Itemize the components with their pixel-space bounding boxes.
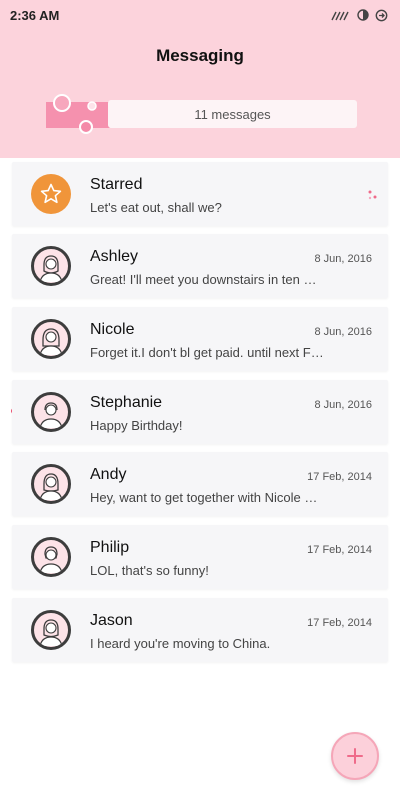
battery-icon xyxy=(375,9,388,21)
conversation-item[interactable]: Stephanie 8 Jun, 2016 Happy Birthday! xyxy=(12,380,388,444)
conversation-date: 17 Feb, 2014 xyxy=(307,544,372,556)
status-bar: 2:36 AM xyxy=(0,0,400,30)
conversation-name: Starred xyxy=(90,176,143,193)
conversation-preview: Happy Birthday! xyxy=(90,418,183,433)
status-icons xyxy=(331,9,388,22)
conversation-preview: Hey, want to get together with Nicole … xyxy=(90,490,318,505)
decoration-bubbles-icon xyxy=(46,94,110,134)
plus-icon xyxy=(347,748,363,764)
conversation-date: 8 Jun, 2016 xyxy=(314,253,373,265)
conversation-item[interactable]: Ashley 8 Jun, 2016 Great! I'll meet you … xyxy=(12,234,388,298)
signal-icon xyxy=(331,11,349,21)
conversation-item[interactable]: Nicole 8 Jun, 2016 Forget it.I don't bl … xyxy=(12,307,388,371)
person-avatar-icon xyxy=(39,619,63,647)
conversation-name: Jason xyxy=(90,612,133,629)
conversation-date: 8 Jun, 2016 xyxy=(314,399,373,411)
conversation-name: Stephanie xyxy=(90,394,163,411)
conversation-item[interactable]: Philip 17 Feb, 2014 LOL, that's so funny… xyxy=(12,525,388,589)
person-avatar-icon xyxy=(39,328,63,356)
conversation-item-starred[interactable]: Starred Let's eat out, shall we? xyxy=(12,162,388,226)
conversation-name: Nicole xyxy=(90,321,135,338)
conversation-date: 17 Feb, 2014 xyxy=(307,471,372,483)
person-avatar-icon xyxy=(39,255,63,283)
conversation-item[interactable]: Jason 17 Feb, 2014 I heard you're moving… xyxy=(12,598,388,662)
new-message-button[interactable] xyxy=(331,732,379,780)
conversation-name: Ashley xyxy=(90,248,139,265)
conversation-preview: I heard you're moving to China. xyxy=(90,636,271,651)
message-count: 11 messages xyxy=(194,106,271,122)
star-icon xyxy=(31,174,71,214)
conversation-name: Andy xyxy=(90,466,127,483)
message-count-bar: 11 messages xyxy=(108,100,357,128)
status-time: 2:36 AM xyxy=(10,7,60,23)
conversation-preview: LOL, that's so funny! xyxy=(90,563,209,578)
avatar xyxy=(31,392,71,432)
conversation-preview: Forget it.I don't bl get paid. until nex… xyxy=(90,345,324,360)
wifi-icon xyxy=(357,9,369,21)
avatar xyxy=(31,537,71,577)
conversation-date: 8 Jun, 2016 xyxy=(314,326,373,338)
avatar xyxy=(31,319,71,359)
conversation-date: 17 Feb, 2014 xyxy=(307,617,372,629)
conversation-item[interactable]: Andy 17 Feb, 2014 Hey, want to get toget… xyxy=(12,452,388,516)
conversation-name: Philip xyxy=(90,539,130,556)
page-title: Messaging xyxy=(156,46,244,65)
conversation-preview: Great! I'll meet you downstairs in ten … xyxy=(90,272,317,287)
avatar xyxy=(31,464,71,504)
avatar xyxy=(31,610,71,650)
person-avatar-icon xyxy=(39,473,63,501)
more-dots-icon[interactable] xyxy=(368,189,378,201)
conversation-preview: Let's eat out, shall we? xyxy=(90,200,222,215)
person-avatar-icon xyxy=(39,402,63,429)
person-avatar-icon xyxy=(39,546,63,574)
avatar xyxy=(31,246,71,286)
header: 2:36 AM Messaging 11 messages xyxy=(0,0,400,158)
